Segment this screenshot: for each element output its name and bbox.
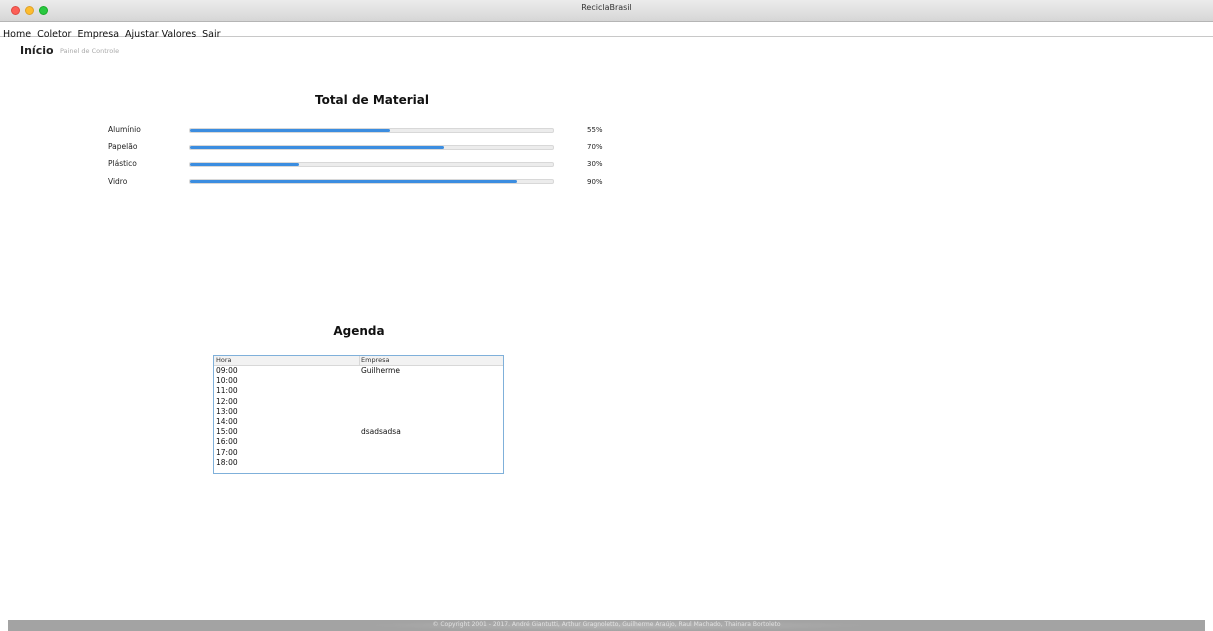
cell-hora: 10:00: [216, 376, 238, 386]
material-percent-aluminio: 55%: [587, 126, 603, 134]
cell-empresa: Guilherme: [361, 366, 400, 375]
cell-hora: 11:00: [216, 386, 238, 396]
table-row[interactable]: 16:00: [214, 437, 503, 447]
window-title: ReciclaBrasil: [581, 3, 632, 12]
table-row[interactable]: 15:00 dsadsadsa: [214, 427, 503, 437]
material-progress-plastico: [189, 162, 554, 167]
cell-hora: 13:00: [216, 406, 238, 416]
cell-hora: 14:00: [216, 416, 238, 426]
cell-hora: 09:00: [216, 366, 238, 375]
cell-empresa: dsadsadsa: [361, 427, 401, 437]
material-label-papelao: Papelão: [108, 142, 138, 151]
cell-hora: 12:00: [216, 396, 238, 406]
page-subtitle: Painel de Controle: [60, 47, 120, 55]
material-progress-fill: [190, 129, 390, 132]
cell-hora: 16:00: [216, 437, 238, 447]
material-percent-plastico: 30%: [587, 160, 603, 168]
material-percent-vidro: 90%: [587, 178, 603, 186]
menu-bar: Home Coletor Empresa Ajustar Valores Sair: [0, 22, 1213, 40]
table-row[interactable]: 14:00: [214, 417, 503, 427]
cell-hora: 15:00: [216, 427, 238, 437]
material-percent-papelao: 70%: [587, 143, 603, 151]
agenda-table-header: Hora Empresa: [214, 356, 503, 366]
menu-sair[interactable]: Sair: [200, 28, 222, 42]
materials-title: Total de Material: [314, 93, 430, 107]
footer-copyright: © Copyright 2001 - 2017. André Giantutti…: [432, 621, 781, 628]
table-row[interactable]: 18:00: [214, 458, 503, 468]
material-progress-fill: [190, 146, 445, 149]
column-header-empresa[interactable]: Empresa: [361, 356, 389, 365]
material-progress-papelao: [189, 145, 554, 150]
menu-ajustar-valores[interactable]: Ajustar Valores: [123, 28, 198, 42]
column-header-hora[interactable]: Hora: [216, 356, 360, 365]
cell-hora: 18:00: [216, 457, 238, 467]
agenda-title: Agenda: [333, 324, 385, 338]
menu-coletor[interactable]: Coletor: [35, 28, 73, 42]
material-progress-vidro: [189, 179, 554, 184]
table-row[interactable]: 10:00: [214, 376, 503, 386]
page-title: Início: [20, 44, 54, 57]
window-titlebar: ReciclaBrasil: [0, 0, 1213, 22]
agenda-table[interactable]: Hora Empresa 09:00 Guilherme 10:00 11:00 …: [213, 355, 504, 474]
footer: © Copyright 2001 - 2017. André Giantutti…: [8, 620, 1205, 631]
material-label-vidro: Vidro: [108, 177, 128, 186]
material-label-aluminio: Alumínio: [108, 125, 141, 134]
menu-home[interactable]: Home: [1, 28, 33, 42]
table-row[interactable]: 11:00: [214, 386, 503, 396]
table-row[interactable]: 17:00: [214, 448, 503, 458]
material-progress-fill: [190, 180, 517, 183]
menu-empresa[interactable]: Empresa: [75, 28, 121, 42]
table-row[interactable]: 12:00: [214, 397, 503, 407]
table-row[interactable]: 09:00 Guilherme: [214, 366, 503, 376]
material-progress-aluminio: [189, 128, 554, 133]
material-progress-fill: [190, 163, 299, 166]
cell-hora: 17:00: [216, 447, 238, 457]
table-row[interactable]: 13:00: [214, 407, 503, 417]
material-label-plastico: Plástico: [108, 159, 137, 168]
